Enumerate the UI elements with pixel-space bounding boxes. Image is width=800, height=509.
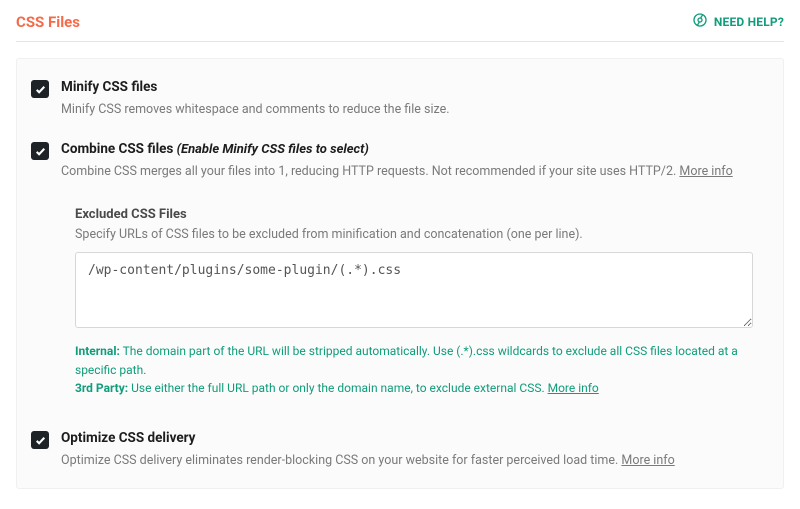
combine-setting: Combine CSS files (Enable Minify CSS fil… — [17, 127, 783, 398]
optimize-checkbox[interactable] — [31, 431, 49, 449]
minify-title: Minify CSS files — [61, 79, 769, 95]
page-title: CSS Files — [16, 13, 80, 31]
combine-more-info-link[interactable]: More info — [679, 164, 732, 179]
check-icon — [35, 435, 46, 446]
check-icon — [35, 146, 46, 157]
optimize-title: Optimize CSS delivery — [61, 430, 769, 446]
excluded-textarea[interactable] — [75, 252, 753, 328]
combine-title: Combine CSS files — [61, 141, 173, 157]
hint-internal-text: The domain part of the URL will be strip… — [75, 344, 738, 377]
hint-internal-label: Internal: — [75, 344, 120, 358]
minify-desc: Minify CSS removes whitespace and commen… — [61, 101, 769, 119]
minify-checkbox[interactable] — [31, 80, 49, 98]
optimize-more-info-link[interactable]: More info — [621, 453, 674, 468]
excluded-hint: Internal: The domain part of the URL wil… — [75, 342, 753, 398]
combine-desc: Combine CSS merges all your files into 1… — [61, 163, 769, 181]
combine-checkbox[interactable] — [31, 142, 49, 160]
minify-setting: Minify CSS files Minify CSS removes whit… — [17, 65, 783, 119]
optimize-desc: Optimize CSS delivery eliminates render-… — [61, 452, 769, 470]
excluded-title: Excluded CSS Files — [75, 207, 753, 222]
check-icon — [35, 84, 46, 95]
need-help-link[interactable]: NEED HELP? — [692, 12, 784, 31]
hint-thirdparty-text: Use either the full URL path or only the… — [128, 381, 547, 395]
excluded-more-info-link[interactable]: More info — [548, 381, 599, 395]
settings-panel: Minify CSS files Minify CSS removes whit… — [16, 58, 784, 489]
excluded-section: Excluded CSS Files Specify URLs of CSS f… — [75, 207, 753, 398]
optimize-setting: Optimize CSS delivery Optimize CSS deliv… — [17, 416, 783, 470]
combine-note: (Enable Minify CSS files to select) — [177, 142, 369, 157]
excluded-desc: Specify URLs of CSS files to be excluded… — [75, 227, 753, 242]
need-help-label: NEED HELP? — [714, 15, 784, 29]
hint-thirdparty-label: 3rd Party: — [75, 381, 128, 395]
help-icon — [692, 12, 708, 31]
